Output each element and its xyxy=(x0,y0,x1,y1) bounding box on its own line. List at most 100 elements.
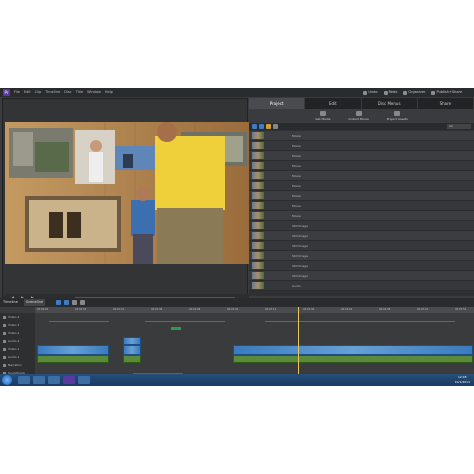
instant-movie-icon xyxy=(355,111,362,116)
media-row[interactable]: Still Image xyxy=(249,251,474,261)
media-row[interactable]: Movie xyxy=(249,201,474,211)
media-row[interactable]: Movie xyxy=(249,181,474,191)
media-cell: Audio xyxy=(292,283,301,288)
media-row[interactable]: Still Image xyxy=(249,261,474,271)
media-row[interactable]: Still Image xyxy=(249,271,474,281)
track-label[interactable]: Video 3 xyxy=(0,321,35,329)
media-cell: Movie xyxy=(292,153,301,158)
track-label[interactable]: Audio 2 xyxy=(0,337,35,345)
list-view-icon[interactable] xyxy=(252,124,257,129)
menu-list: File Edit Clip Timeline Disc Title Windo… xyxy=(14,89,113,96)
video-clip[interactable] xyxy=(37,345,109,355)
menu-title[interactable]: Title xyxy=(76,89,84,96)
media-thumbnail xyxy=(252,172,264,179)
audio-mixer-icon[interactable] xyxy=(72,300,77,305)
track-toggle-icon[interactable] xyxy=(3,355,6,359)
menu-timeline[interactable]: Timeline xyxy=(45,89,60,96)
video-clip[interactable] xyxy=(123,337,141,345)
media-row[interactable]: Still Image xyxy=(249,221,474,231)
media-row[interactable]: Movie xyxy=(249,141,474,151)
menu-disc[interactable]: Disc xyxy=(64,89,71,96)
taskbar-media-icon[interactable] xyxy=(48,376,60,384)
track-name: Video 3 xyxy=(8,323,20,327)
tab-timeline[interactable]: Timeline xyxy=(3,299,18,306)
instant-movie-button[interactable]: Instant Movie xyxy=(349,111,369,121)
media-cell: Movie xyxy=(292,213,301,218)
menu-window[interactable]: Window xyxy=(87,89,101,96)
smartmix-icon[interactable] xyxy=(80,300,85,305)
taskbar-organizer-icon[interactable] xyxy=(78,376,90,384)
media-row[interactable]: Movie xyxy=(249,211,474,221)
media-row[interactable]: Movie xyxy=(249,151,474,161)
media-row[interactable]: Movie xyxy=(249,161,474,171)
track-label[interactable]: Video 4 xyxy=(0,313,35,321)
project-assets-button[interactable]: Project Assets xyxy=(387,111,408,121)
media-thumbnail xyxy=(252,182,264,189)
media-row[interactable]: Still Image xyxy=(249,241,474,251)
timeline-tracks[interactable] xyxy=(35,313,474,383)
media-row[interactable]: Still Image xyxy=(249,231,474,241)
taskbar-premiere-icon[interactable] xyxy=(63,376,75,384)
undo-icon xyxy=(363,90,368,95)
menu-edit[interactable]: Edit xyxy=(24,89,31,96)
taskbar-folder-icon[interactable] xyxy=(33,376,45,384)
media-toolbar: All xyxy=(249,123,474,130)
track-name: Audio 1 xyxy=(8,355,20,359)
tab-disc-menus[interactable]: Disc Menus xyxy=(362,98,418,109)
organizer-button[interactable]: Organizer xyxy=(403,89,425,96)
track-toggle-icon[interactable] xyxy=(3,331,6,335)
thumbnail-view-icon[interactable] xyxy=(259,124,264,129)
marker-icon[interactable] xyxy=(64,300,69,305)
tab-share[interactable]: Share xyxy=(418,98,474,109)
taskbar-ie-icon[interactable] xyxy=(18,376,30,384)
undo-button[interactable]: Undo xyxy=(363,89,378,96)
audio-clip[interactable] xyxy=(233,355,473,363)
playhead[interactable] xyxy=(298,307,299,383)
share-icon xyxy=(431,90,436,95)
media-thumbnail xyxy=(252,212,264,219)
media-row[interactable]: Audio xyxy=(249,281,474,291)
video-preview[interactable] xyxy=(5,122,249,264)
get-media-label: Get Media xyxy=(315,117,331,121)
media-row[interactable]: Movie xyxy=(249,171,474,181)
track-toggle-icon[interactable] xyxy=(3,323,6,327)
track-toggle-icon[interactable] xyxy=(3,363,6,367)
clock-date: 10/1/2011 xyxy=(454,380,470,384)
folder-icon[interactable] xyxy=(266,124,271,129)
title-clip[interactable] xyxy=(171,327,181,330)
media-row[interactable]: Movie xyxy=(249,131,474,141)
tab-edit[interactable]: Edit xyxy=(305,98,362,109)
video-clip[interactable] xyxy=(123,345,141,355)
tab-sceneline[interactable]: Sceneline xyxy=(24,299,45,306)
track-label[interactable]: Video 1 xyxy=(0,345,35,353)
undo-label: Undo xyxy=(368,90,378,94)
menu-clip[interactable]: Clip xyxy=(35,89,42,96)
track-toggle-icon[interactable] xyxy=(3,347,6,351)
track-label[interactable]: Video 2 xyxy=(0,329,35,337)
media-thumbnail xyxy=(252,202,264,209)
menu-help[interactable]: Help xyxy=(105,89,113,96)
publish-share-button[interactable]: Publish+Share xyxy=(431,89,462,96)
video-clip[interactable] xyxy=(233,345,473,355)
project-assets-icon xyxy=(394,111,401,116)
tab-project[interactable]: Project xyxy=(249,98,306,109)
view-select[interactable]: All xyxy=(447,124,471,129)
track-toggle-icon[interactable] xyxy=(3,339,6,343)
get-media-button[interactable]: Get Media xyxy=(315,111,331,121)
redo-button[interactable]: Redo xyxy=(383,89,397,96)
app-logo: Pr xyxy=(3,89,10,96)
track-label[interactable]: Audio 1 xyxy=(0,353,35,361)
delete-icon[interactable] xyxy=(273,124,278,129)
render-line xyxy=(265,321,455,322)
track-label[interactable]: Narration xyxy=(0,361,35,369)
track-toggle-icon[interactable] xyxy=(3,315,6,319)
audio-clip[interactable] xyxy=(37,355,109,363)
media-row[interactable]: Movie xyxy=(249,191,474,201)
start-button[interactable] xyxy=(2,375,12,385)
media-thumbnail xyxy=(252,142,264,149)
instant-movie-label: Instant Movie xyxy=(348,117,369,121)
media-thumbnail xyxy=(252,152,264,159)
menu-file[interactable]: File xyxy=(14,89,20,96)
zoom-icon[interactable] xyxy=(56,300,61,305)
audio-clip[interactable] xyxy=(123,355,141,363)
